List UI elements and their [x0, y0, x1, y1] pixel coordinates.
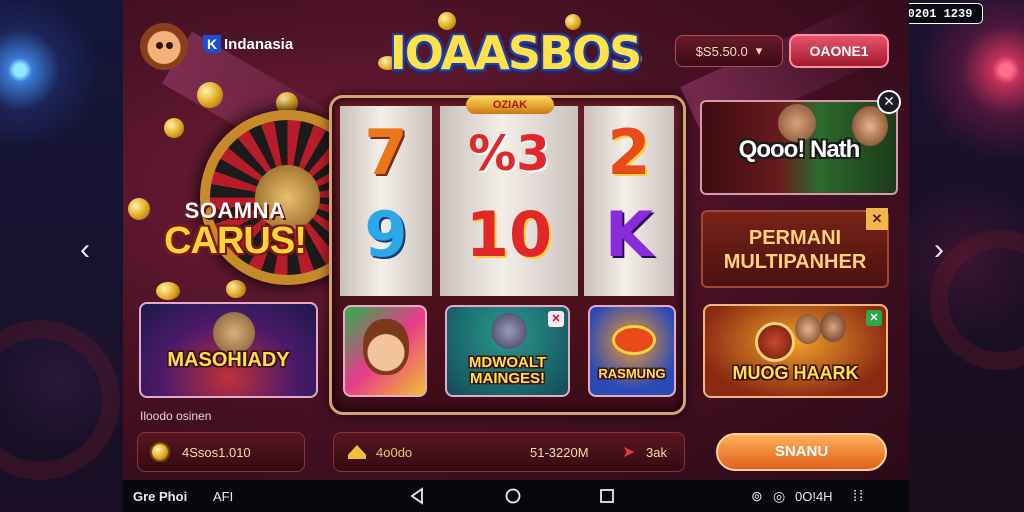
- chip-stack-icon: [348, 445, 366, 459]
- tile-character: [491, 313, 527, 349]
- tile-character: [612, 325, 656, 355]
- settings-icon[interactable]: ⊚: [751, 488, 763, 505]
- game-tile-center-2[interactable]: ✕ MDWOALT MAINGES!: [445, 305, 570, 397]
- brand: K Indanasia: [203, 35, 293, 53]
- chevron-down-icon: ▾: [755, 43, 763, 58]
- reel-2: %3 10: [440, 106, 578, 296]
- promo-banner[interactable]: SOAMNA CARUS!: [150, 198, 320, 263]
- bet-bar: 4o0do 51-3220M ➤ 3ak: [333, 432, 685, 472]
- recents-icon[interactable]: [597, 486, 617, 506]
- bet-value: 4o0do: [376, 444, 413, 460]
- bottom-section-label: Iloodo osinen: [140, 409, 212, 423]
- coin-icon: [164, 118, 184, 138]
- tile-character: [363, 319, 409, 375]
- balance-display[interactable]: $S5.50.0 ▾: [675, 35, 783, 67]
- tile-character: [795, 314, 821, 344]
- coin-icon: [197, 82, 223, 108]
- multiplayer-card[interactable]: PERMANI MULTIPANHER: [701, 210, 889, 288]
- arrow-icon[interactable]: ➤: [622, 442, 635, 462]
- bet-action[interactable]: 3ak: [646, 445, 667, 460]
- reel-1: 7 9: [340, 106, 432, 296]
- balance-value: $S5.50.0: [695, 43, 748, 59]
- chevron-right-icon[interactable]: ›: [926, 232, 952, 268]
- coin-icon: [226, 280, 246, 298]
- nav-left-sub: AFI: [213, 488, 234, 504]
- reel-symbol: K: [604, 198, 654, 271]
- tile-item: [755, 322, 795, 362]
- coin-icon: [156, 282, 180, 300]
- game-tile-left[interactable]: MASOHIADY: [139, 302, 318, 398]
- reel-3: 2 K: [584, 106, 674, 296]
- win-value: 51-3220M: [530, 444, 589, 460]
- player-avatar[interactable]: [140, 20, 188, 70]
- more-icon[interactable]: ⁞⁞: [853, 488, 865, 505]
- coin-icon: [150, 442, 170, 462]
- reel-symbol: 2: [607, 116, 651, 189]
- tile-character: [213, 312, 255, 354]
- game-tile-right[interactable]: ✕ MUOG HAARK: [703, 304, 888, 398]
- close-icon[interactable]: ✕: [866, 208, 888, 230]
- coin-icon: [128, 198, 150, 220]
- game-tile-center-1[interactable]: [343, 305, 427, 397]
- promo-line-2: CARUS!: [164, 220, 307, 262]
- brand-name: Indanasia: [224, 35, 294, 53]
- close-icon[interactable]: ✕: [877, 90, 901, 114]
- brand-k-icon: K: [203, 35, 221, 53]
- multiplayer-line-1: PERMANI: [748, 227, 842, 249]
- slot-top-badge: OZIAK: [466, 96, 554, 114]
- ring-icon: ◎: [773, 487, 786, 504]
- reel-symbol: 7: [364, 116, 408, 189]
- tile-badge-icon: ✕: [548, 311, 564, 327]
- tile-character: [820, 312, 846, 342]
- home-icon[interactable]: [503, 486, 523, 506]
- video-title: Qooo! Nath: [738, 136, 861, 163]
- reel-symbol: 9: [364, 198, 408, 271]
- reel-symbol: %3: [468, 126, 550, 182]
- tile-label: MDWOALT MAINGES!: [468, 354, 547, 387]
- game-tile-center-3[interactable]: RASMUNG: [588, 305, 676, 397]
- live-video-card[interactable]: Qooo! Nath: [700, 100, 898, 195]
- nav-left-text: Gre Phoi: [133, 488, 188, 504]
- multiplayer-line-2: MULTIPANHER: [723, 251, 867, 273]
- play-button[interactable]: SNANU: [716, 433, 887, 471]
- coin-balance-box[interactable]: 4Ssos1.010: [137, 432, 305, 472]
- tile-label: MUOG HAARK: [732, 363, 859, 383]
- system-nav-bar: Gre Phoi AFI ⊚ ◎ 0O!4H ⁞⁞: [123, 480, 909, 512]
- nav-right-text: 0O!4H: [795, 488, 833, 504]
- reel-symbol: 10: [465, 198, 553, 271]
- tile-label: MASOHIADY: [167, 349, 290, 371]
- screen: { "status_bar": { "icons": ["▣", "⊠", "▂…: [0, 0, 1024, 512]
- deposit-button[interactable]: OAONE1: [789, 34, 889, 68]
- game-logo: IOAASBOS: [389, 26, 643, 80]
- tile-badge-icon: ✕: [866, 310, 882, 326]
- tile-label: RASMUNG: [598, 366, 666, 381]
- chevron-left-icon[interactable]: ‹: [72, 232, 98, 268]
- back-icon[interactable]: [408, 486, 428, 506]
- coin-balance-value: 4Ssos1.010: [182, 444, 251, 460]
